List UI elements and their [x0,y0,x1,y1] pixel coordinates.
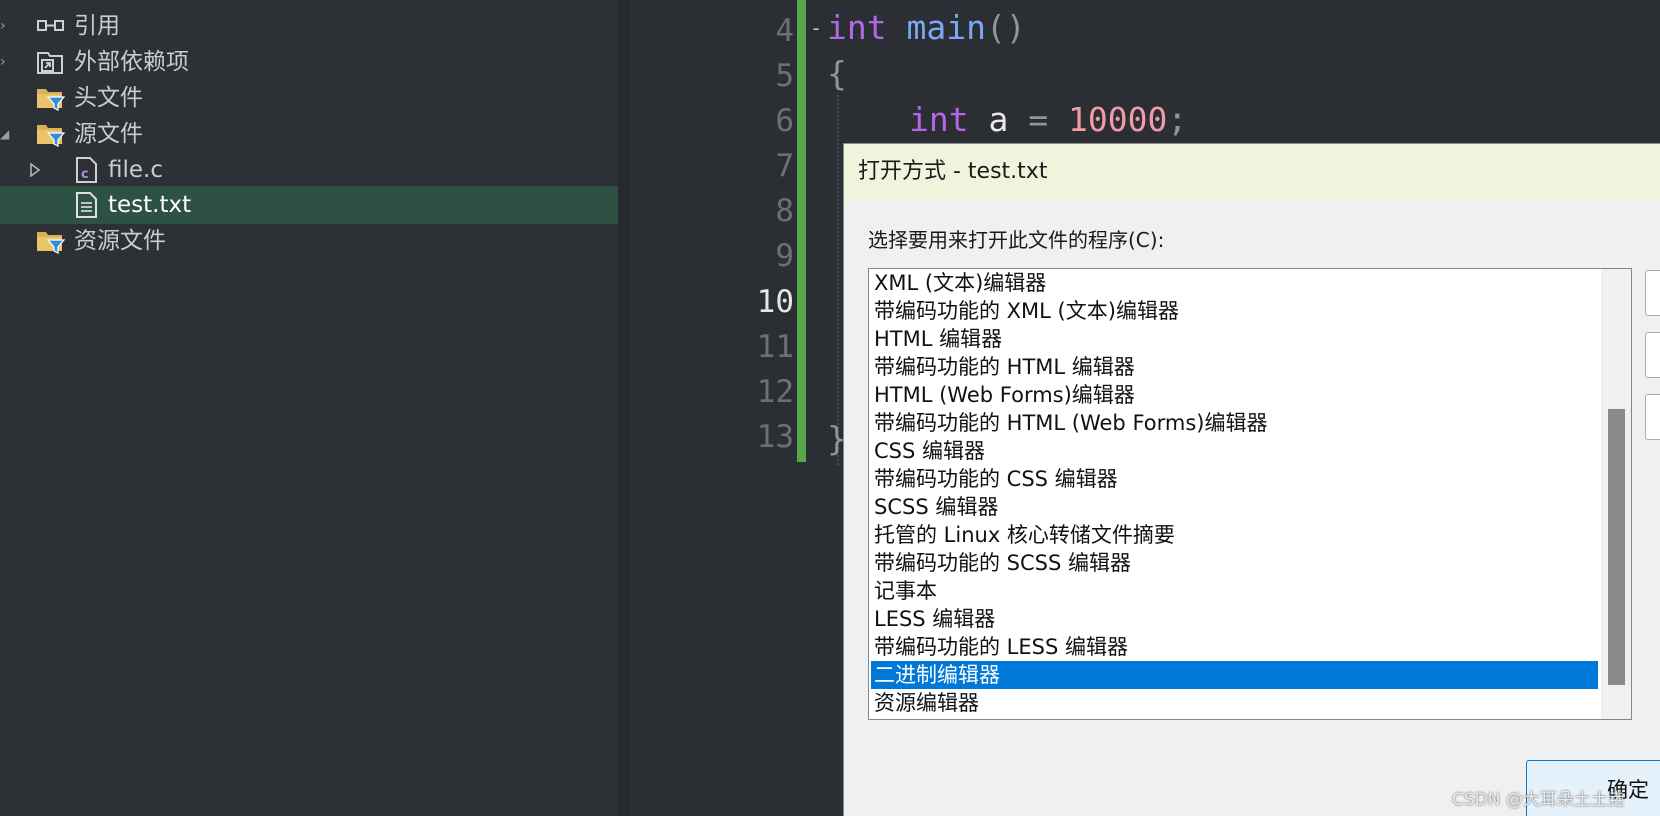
line-number: 9 [775,238,794,274]
number-literal: 10000 [1067,100,1168,139]
keyword: int [909,100,969,139]
line-number: 8 [775,193,794,229]
code-line-6: int a = 10000; [909,97,1187,143]
list-item[interactable]: 托管的 Linux 核心转储文件摘要 [871,521,1598,549]
panel-splitter[interactable] [618,0,630,816]
filter-folder-icon [37,232,66,254]
list-item[interactable]: XML (文本)编辑器 [871,269,1598,297]
punctuation: () [985,8,1026,47]
tree-item-label: 源文件 [74,121,143,147]
tree-item-label: 引用 [74,13,120,39]
tree-item-source-files[interactable]: ◢ 源文件 [0,115,618,153]
tree-item-references[interactable]: › 引用 [0,7,618,45]
punctuation: ; [1167,100,1188,139]
tree-item-label: test.txt [108,192,192,218]
list-item[interactable]: 带编码功能的 XML (文本)编辑器 [871,297,1598,325]
line-number: 4 [775,13,794,49]
dialog-title: 打开方式 - test.txt [858,159,1048,184]
line-number: 11 [756,329,794,365]
chevron-right-icon[interactable]: › [0,19,14,33]
svg-text:c: c [81,167,89,182]
change-tracking-bar [797,0,806,462]
line-number: 13 [756,419,794,455]
keyword: int [827,8,887,47]
tree-item-test-txt[interactable]: test.txt [0,186,618,224]
list-item[interactable]: 带编码功能的 CSS 编辑器 [871,465,1598,493]
text-file-icon [76,192,97,218]
list-item[interactable]: 带编码功能的 LESS 编辑器 [871,633,1598,661]
list-item[interactable]: SCSS 编辑器 [871,493,1598,521]
tree-item-label: 头文件 [74,85,143,111]
tree-item-label: 外部依赖项 [74,49,189,75]
code-line-5: { [827,51,847,97]
punctuation: { [827,54,847,93]
c-file-icon: c [76,157,97,183]
current-line-number: 10 [756,284,794,320]
tree-item-file-c[interactable]: c file.c [0,151,618,189]
chevron-right-icon[interactable]: › [0,55,14,69]
tree-item-header-files[interactable]: 头文件 [0,79,618,117]
dialog-titlebar[interactable]: 打开方式 - test.txt [844,144,1660,200]
set-default-button[interactable] [1645,332,1660,378]
list-item[interactable]: 带编码功能的 HTML 编辑器 [871,353,1598,381]
indent-guide [837,95,839,465]
identifier: a [988,100,1009,139]
references-icon [37,20,64,31]
function-name: main [906,8,986,47]
tree-item-label: file.c [108,157,163,183]
add-program-button[interactable] [1645,270,1660,316]
list-item[interactable]: 带编码功能的 HTML (Web Forms)编辑器 [871,409,1598,437]
list-item[interactable]: HTML (Web Forms)编辑器 [871,381,1598,409]
scrollbar-thumb[interactable] [1608,409,1625,685]
list-item[interactable]: 资源编辑器 [871,689,1598,717]
solution-explorer: › 引用 › 外部依赖项 头文件 ◢ 源文件 c file.c test.txt… [0,0,618,816]
line-number: 6 [775,103,794,139]
list-item[interactable]: 记事本 [871,577,1598,605]
list-item[interactable]: HTML 编辑器 [871,325,1598,353]
collapse-icon[interactable]: - [810,18,824,38]
operator: = [1028,100,1049,139]
list-item[interactable]: CSS 编辑器 [871,437,1598,465]
list-item[interactable]: 带编码功能的 SCSS 编辑器 [871,549,1598,577]
list-item[interactable]: LESS 编辑器 [871,605,1598,633]
line-number: 7 [775,148,794,184]
list-item-selected[interactable]: 二进制编辑器 [871,661,1598,689]
tree-item-external-dependencies[interactable]: › 外部依赖项 [0,43,618,81]
filter-folder-icon [37,125,66,147]
watermark: CSDN @大耳朵土土垚 [1452,790,1625,810]
code-line-4: int main() [827,5,1026,51]
program-list[interactable]: XML (文本)编辑器 带编码功能的 XML (文本)编辑器 HTML 编辑器 … [868,268,1632,720]
filter-folder-icon [37,89,66,111]
external-dependencies-icon [37,52,63,74]
line-number: 12 [756,374,794,410]
tree-item-label: 资源文件 [74,228,166,254]
chevron-down-icon[interactable]: ◢ [0,127,14,141]
tree-item-resource-files[interactable]: 资源文件 [0,222,618,260]
list-scrollbar[interactable] [1601,269,1631,719]
line-number: 5 [775,58,794,94]
remove-program-button[interactable] [1645,394,1660,440]
chevron-right-icon[interactable] [28,163,42,177]
program-list-label: 选择要用来打开此文件的程序(C): [868,228,1165,252]
open-with-dialog: 打开方式 - test.txt 选择要用来打开此文件的程序(C): XML (文… [843,143,1660,816]
